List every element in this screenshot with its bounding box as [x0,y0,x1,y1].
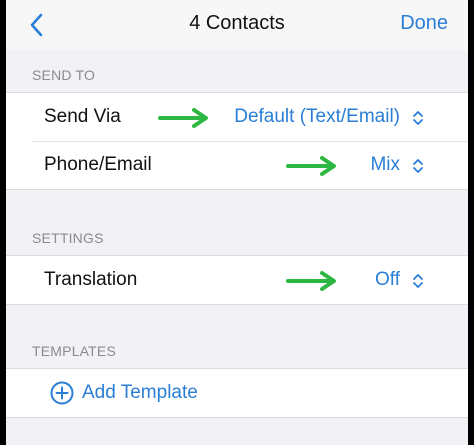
page-title: 4 Contacts [189,12,285,34]
chevron-up-down-icon [413,274,423,288]
navigation-bar: 4 Contacts Done [6,0,468,50]
done-button[interactable]: Done [400,12,448,35]
phone-email-label: Phone/Email [44,154,152,175]
green-arrow-icon [158,108,208,128]
send-via-label: Send Via [44,106,121,127]
translation-row[interactable]: Translation Off [6,256,468,304]
send-via-value[interactable]: Default (Text/Email) [234,106,400,128]
contacts-settings-screen: 4 Contacts Done SEND TO Send Via Default… [6,0,468,445]
send-to-group: Send Via Default (Text/Email) Phone/Emai… [6,92,468,190]
add-template-button[interactable]: Add Template [6,369,468,417]
chevron-up-down-icon [413,159,423,173]
section-header-settings: SETTINGS [32,230,104,246]
templates-group: Add Template [6,368,468,418]
translation-value[interactable]: Off [375,269,400,291]
add-template-label: Add Template [82,382,198,403]
translation-label: Translation [44,269,138,290]
phone-email-row[interactable]: Phone/Email Mix [6,141,468,189]
section-header-templates: TEMPLATES [32,343,117,359]
send-via-row[interactable]: Send Via Default (Text/Email) [6,93,468,141]
phone-email-value[interactable]: Mix [370,154,400,176]
section-header-send-to: SEND TO [32,67,96,83]
plus-circle-icon [50,381,74,405]
green-arrow-icon [286,156,336,176]
settings-group: Translation Off [6,255,468,305]
chevron-up-down-icon [413,111,423,125]
green-arrow-icon [286,271,336,291]
